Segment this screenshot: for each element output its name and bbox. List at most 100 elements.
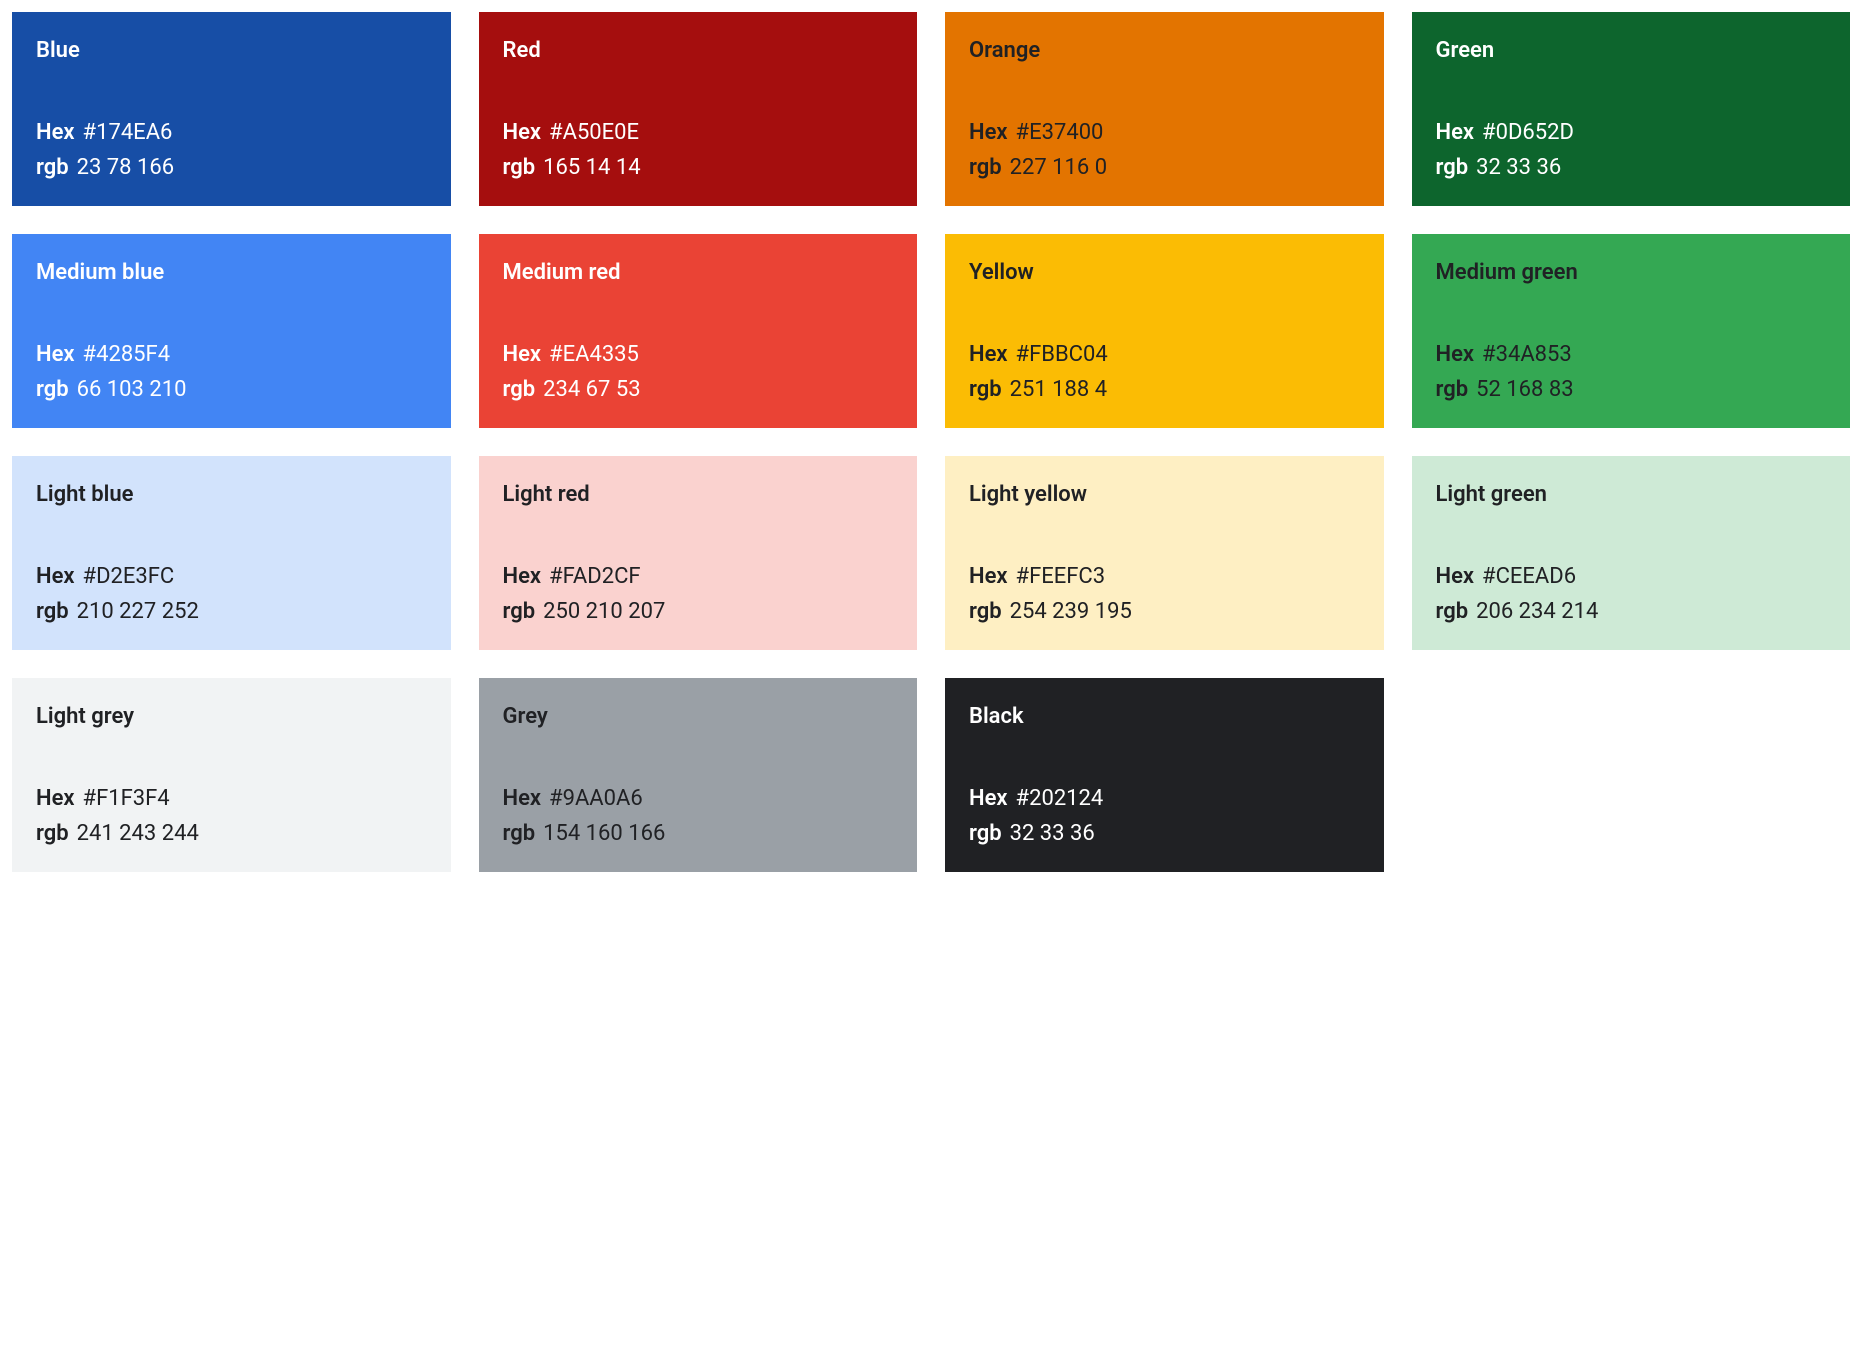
color-swatch: Light grey Hex#F1F3F4rgb241 243 244 <box>12 678 451 872</box>
rgb-line: rgb32 33 36 <box>1436 151 1827 184</box>
hex-label: Hex <box>36 338 75 371</box>
swatch-name: Light grey <box>36 700 427 733</box>
rgb-value: 32 33 36 <box>1476 151 1561 184</box>
swatch-name: Grey <box>503 700 894 733</box>
rgb-line: rgb210 227 252 <box>36 595 427 628</box>
color-swatch: Grey Hex#9AA0A6rgb154 160 166 <box>479 678 918 872</box>
color-swatch: Light redHex#FAD2CFrgb250 210 207 <box>479 456 918 650</box>
swatch-name: Green <box>1436 34 1827 67</box>
hex-value: #F1F3F4 <box>83 782 170 815</box>
hex-value: #FAD2CF <box>549 560 641 593</box>
rgb-label: rgb <box>36 595 69 628</box>
swatch-details: Hex#D2E3FCrgb210 227 252 <box>36 560 427 628</box>
color-swatch: Green Hex#0D652Drgb32 33 36 <box>1412 12 1851 206</box>
rgb-label: rgb <box>969 151 1002 184</box>
rgb-line: rgb52 168 83 <box>1436 373 1827 406</box>
rgb-line: rgb254 239 195 <box>969 595 1360 628</box>
rgb-label: rgb <box>969 595 1002 628</box>
hex-label: Hex <box>503 116 542 149</box>
color-swatch: BlueHex#174EA6rgb23 78 166 <box>12 12 451 206</box>
hex-value: #A50E0E <box>549 116 639 149</box>
hex-line: Hex#202124 <box>969 782 1360 815</box>
color-swatch: Medium redHex#EA4335rgb234 67 53 <box>479 234 918 428</box>
swatch-details: Hex#F1F3F4rgb241 243 244 <box>36 782 427 850</box>
rgb-value: 52 168 83 <box>1476 373 1573 406</box>
hex-line: Hex#F1F3F4 <box>36 782 427 815</box>
swatch-details: Hex#FBBC04rgb251 188 4 <box>969 338 1360 406</box>
hex-label: Hex <box>503 560 542 593</box>
rgb-label: rgb <box>503 151 536 184</box>
swatch-name: Orange <box>969 34 1360 67</box>
hex-value: #D2E3FC <box>83 560 175 593</box>
hex-label: Hex <box>969 560 1008 593</box>
hex-line: Hex#4285F4 <box>36 338 427 371</box>
hex-line: Hex#A50E0E <box>503 116 894 149</box>
hex-value: #E37400 <box>1016 116 1104 149</box>
rgb-value: 206 234 214 <box>1476 595 1598 628</box>
hex-line: Hex#0D652D <box>1436 116 1827 149</box>
swatch-name: Black <box>969 700 1360 733</box>
hex-line: Hex#E37400 <box>969 116 1360 149</box>
hex-label: Hex <box>1436 338 1475 371</box>
swatch-details: Hex#FAD2CFrgb250 210 207 <box>503 560 894 628</box>
swatch-name: Medium blue <box>36 256 427 289</box>
hex-line: Hex#FBBC04 <box>969 338 1360 371</box>
rgb-value: 241 243 244 <box>77 817 199 850</box>
hex-label: Hex <box>503 782 542 815</box>
swatch-details: Hex#0D652Drgb32 33 36 <box>1436 116 1827 184</box>
hex-label: Hex <box>1436 116 1475 149</box>
hex-value: #EA4335 <box>549 338 639 371</box>
rgb-line: rgb32 33 36 <box>969 817 1360 850</box>
rgb-value: 227 116 0 <box>1010 151 1107 184</box>
color-swatch: RedHex#A50E0Ergb165 14 14 <box>479 12 918 206</box>
rgb-line: rgb250 210 207 <box>503 595 894 628</box>
swatch-details: Hex#4285F4rgb66 103 210 <box>36 338 427 406</box>
hex-value: #FEEFC3 <box>1016 560 1106 593</box>
rgb-line: rgb206 234 214 <box>1436 595 1827 628</box>
rgb-line: rgb241 243 244 <box>36 817 427 850</box>
rgb-label: rgb <box>1436 595 1469 628</box>
color-swatch: Medium blue Hex#4285F4rgb66 103 210 <box>12 234 451 428</box>
rgb-line: rgb154 160 166 <box>503 817 894 850</box>
hex-label: Hex <box>36 782 75 815</box>
rgb-value: 251 188 4 <box>1010 373 1107 406</box>
rgb-line: rgb234 67 53 <box>503 373 894 406</box>
rgb-value: 210 227 252 <box>77 595 199 628</box>
rgb-value: 250 210 207 <box>543 595 665 628</box>
hex-line: Hex#CEEAD6 <box>1436 560 1827 593</box>
hex-label: Hex <box>36 116 75 149</box>
hex-label: Hex <box>969 782 1008 815</box>
swatch-details: Hex#FEEFC3rgb254 239 195 <box>969 560 1360 628</box>
swatch-name: Medium red <box>503 256 894 289</box>
hex-value: #FBBC04 <box>1016 338 1108 371</box>
swatch-details: Hex#E37400rgb227 116 0 <box>969 116 1360 184</box>
hex-label: Hex <box>1436 560 1475 593</box>
hex-value: #202124 <box>1016 782 1104 815</box>
hex-label: Hex <box>969 116 1008 149</box>
rgb-value: 23 78 166 <box>77 151 174 184</box>
color-swatch: Yellow Hex#FBBC04rgb251 188 4 <box>945 234 1384 428</box>
swatch-details: Hex#A50E0Ergb165 14 14 <box>503 116 894 184</box>
rgb-label: rgb <box>36 151 69 184</box>
rgb-line: rgb227 116 0 <box>969 151 1360 184</box>
rgb-value: 32 33 36 <box>1010 817 1095 850</box>
hex-value: #174EA6 <box>83 116 173 149</box>
swatch-name: Red <box>503 34 894 67</box>
rgb-label: rgb <box>503 817 536 850</box>
rgb-value: 254 239 195 <box>1010 595 1132 628</box>
rgb-value: 165 14 14 <box>543 151 640 184</box>
hex-value: #34A853 <box>1482 338 1572 371</box>
swatch-details: Hex#174EA6 rgb23 78 166 <box>36 116 427 184</box>
color-swatch: Black Hex#202124rgb32 33 36 <box>945 678 1384 872</box>
swatch-details: Hex#9AA0A6rgb154 160 166 <box>503 782 894 850</box>
swatch-name: Yellow <box>969 256 1360 289</box>
rgb-label: rgb <box>503 373 536 406</box>
rgb-line: rgb165 14 14 <box>503 151 894 184</box>
rgb-line: rgb66 103 210 <box>36 373 427 406</box>
hex-line: Hex#D2E3FC <box>36 560 427 593</box>
color-swatch: OrangeHex#E37400rgb227 116 0 <box>945 12 1384 206</box>
hex-label: Hex <box>969 338 1008 371</box>
swatch-details: Hex#34A853rgb52 168 83 <box>1436 338 1827 406</box>
color-swatch: Light blueHex#D2E3FCrgb210 227 252 <box>12 456 451 650</box>
rgb-line: rgb251 188 4 <box>969 373 1360 406</box>
